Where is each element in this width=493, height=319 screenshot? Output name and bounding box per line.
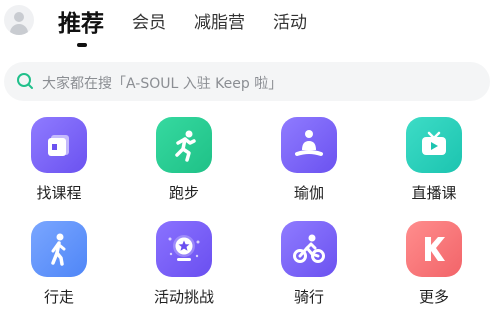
grid-tile [281, 221, 337, 277]
tab-recommend[interactable]: 推荐 [58, 4, 104, 38]
course-book-icon [48, 135, 69, 156]
grid-item-cycling[interactable]: 骑行 [254, 214, 364, 312]
grid-item-more[interactable]: 更多 [379, 214, 489, 312]
grid-item-yoga[interactable]: 瑜伽 [254, 110, 364, 208]
grid-item-label: 瑜伽 [293, 184, 324, 202]
grid-tile [406, 221, 462, 277]
cycling-icon [293, 234, 325, 263]
active-tab-indicator [77, 43, 87, 47]
avatar-body [10, 24, 28, 35]
yoga-pose-icon [295, 130, 323, 156]
grid-item-label: 行走 [43, 288, 74, 306]
grid-item-label: 活动挑战 [153, 288, 214, 306]
keep-logo-icon [425, 237, 445, 261]
live-tv-icon [422, 131, 446, 155]
grid-tile [31, 221, 87, 277]
grid-item-label: 更多 [418, 288, 449, 306]
search-bar[interactable]: 大家都在搜「A-SOUL 入驻 Keep 啦」 [4, 62, 490, 101]
walking-person-icon [51, 233, 66, 266]
feature-grid: 找课程 跑步 瑜伽 直播课 行走 活动挑战 骑行 更多 [0, 110, 493, 319]
avatar[interactable] [4, 5, 34, 35]
tab-fat-loss-camp[interactable]: 减脂营 [194, 8, 245, 33]
grid-item-label: 骑行 [293, 288, 324, 306]
tab-membership[interactable]: 会员 [132, 8, 166, 33]
grid-item-live-class[interactable]: 直播课 [379, 110, 489, 208]
tab-activities[interactable]: 活动 [273, 8, 307, 33]
avatar-head [14, 12, 24, 22]
search-icon [17, 73, 33, 89]
grid-item-running[interactable]: 跑步 [129, 110, 239, 208]
grid-item-find-course[interactable]: 找课程 [4, 110, 114, 208]
challenge-medal-icon [168, 235, 200, 261]
grid-item-label: 跑步 [168, 184, 199, 202]
grid-tile [281, 117, 337, 173]
grid-item-challenge[interactable]: 活动挑战 [129, 214, 239, 312]
grid-item-walking[interactable]: 行走 [4, 214, 114, 312]
grid-tile [406, 117, 462, 173]
grid-item-label: 直播课 [411, 184, 457, 202]
grid-tile [31, 117, 87, 173]
grid-item-label: 找课程 [36, 184, 82, 202]
top-navigation: 推荐 会员 减脂营 活动 [0, 0, 493, 52]
running-person-icon [175, 130, 196, 162]
search-placeholder: 大家都在搜「A-SOUL 入驻 Keep 啦」 [42, 76, 283, 92]
grid-tile [156, 117, 212, 173]
grid-tile [156, 221, 212, 277]
